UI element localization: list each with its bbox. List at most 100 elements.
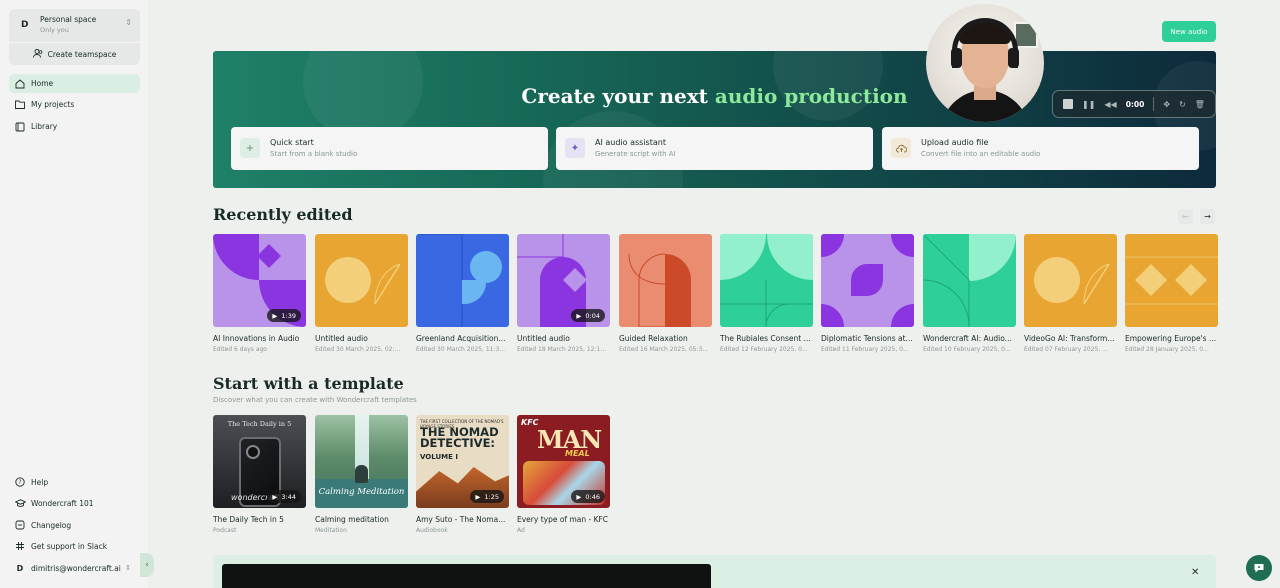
- card-thumbnail: [315, 234, 408, 327]
- users-icon: [32, 48, 43, 60]
- play-icon[interactable]: ▶: [272, 312, 277, 320]
- card-subtitle: Edited 28 January 2025, 0...: [1125, 346, 1209, 353]
- card-thumbnail: Calming Meditation: [315, 415, 408, 508]
- play-icon[interactable]: ▶: [576, 493, 581, 501]
- webcam-overlay[interactable]: [926, 4, 1044, 122]
- recent-card[interactable]: Diplomatic Tensions at... Edited 11 Febr…: [821, 234, 914, 353]
- chevron-updown-icon: ⇕: [125, 18, 132, 27]
- trash-icon[interactable]: 🗑: [1195, 100, 1205, 109]
- quick-start-card[interactable]: + Quick start Start from a blank studio: [231, 127, 548, 170]
- sidebar-item-label: My projects: [31, 100, 75, 109]
- card-thumbnail: [1024, 234, 1117, 327]
- headset-ear: [951, 48, 962, 68]
- card-title: Calming meditation: [315, 515, 389, 524]
- templates-title: Start with a template: [213, 374, 404, 393]
- drag-handle-icon[interactable]: ✥: [1163, 100, 1170, 109]
- card-title: Greenland Acquisition...: [416, 334, 506, 343]
- recording-time: 0:00: [1125, 99, 1145, 109]
- sidebar-item-label: Home: [31, 79, 54, 88]
- promo-video[interactable]: [222, 564, 711, 588]
- stop-icon[interactable]: [1063, 99, 1073, 109]
- close-icon[interactable]: ✕: [1191, 567, 1199, 578]
- play-icon[interactable]: ▶: [475, 493, 480, 501]
- pause-icon[interactable]: ❚❚: [1082, 100, 1095, 109]
- recent-card[interactable]: VideoGo AI: Transform... Edited 07 Febru…: [1024, 234, 1117, 353]
- create-teamspace-label: Create teamspace: [47, 49, 117, 59]
- art-title: THE NOMAD DETECTIVE:: [420, 425, 499, 450]
- card-subtitle: Edited 12 February 2025, 0...: [720, 346, 808, 353]
- card-thumbnail: The Tech Daily in 5 wondercraft ▶ 3:44: [213, 415, 306, 508]
- card-subtitle: Meditation: [315, 527, 347, 534]
- duration-label: 0:46: [585, 492, 600, 501]
- template-card[interactable]: The Tech Daily in 5 wondercraft ▶ 3:44 Th…: [213, 415, 306, 534]
- card-title: Diplomatic Tensions at...: [821, 334, 913, 343]
- card-subtitle: Audiobook: [416, 527, 448, 534]
- sidebar-item-help[interactable]: ? Help: [9, 473, 48, 491]
- recent-card[interactable]: ▶ 1:39 AI Innovations in Audio Edited 6 d…: [213, 234, 306, 353]
- sidebar-item-my-projects[interactable]: My projects: [9, 95, 140, 114]
- play-icon[interactable]: ▶: [576, 312, 581, 320]
- play-icon[interactable]: ▶: [272, 493, 277, 501]
- template-card[interactable]: KFC MAN MEAL ▶ 0:46 Every type of man - K…: [517, 415, 610, 534]
- recent-card[interactable]: Guided Relaxation Edited 16 March 2025, …: [619, 234, 712, 353]
- rewind-icon[interactable]: ◀◀: [1104, 100, 1116, 109]
- sidebar-item-label: Help: [31, 477, 49, 487]
- sidebar-item-changelog[interactable]: Changelog: [9, 516, 71, 534]
- template-card[interactable]: THE FIRST COLLECTION OF THE NOMAD'S VOYA…: [416, 415, 509, 534]
- recent-card[interactable]: Untitled audio Edited 30 March 2025, 02:…: [315, 234, 408, 353]
- duration-label: 1:25: [484, 492, 499, 501]
- chat-support-button[interactable]: [1246, 555, 1272, 581]
- recent-card[interactable]: Wondercraft AI: Audio... Edited 10 Febru…: [923, 234, 1016, 353]
- duration-label: 0:04: [585, 311, 600, 320]
- ai-audio-assistant-card[interactable]: ✦ AI audio assistant Generate script wit…: [556, 127, 873, 170]
- art-brand: KFC: [521, 418, 539, 427]
- recent-card[interactable]: ▶ 0:04 Untitled audio Edited 18 March 202…: [517, 234, 610, 353]
- restart-icon[interactable]: ↻: [1179, 100, 1186, 109]
- duration-badge: ▶ 1:39: [267, 309, 301, 322]
- sidebar-item-wondercraft-101[interactable]: Wondercraft 101: [9, 494, 94, 512]
- card-subtitle: Edited 6 days ago: [213, 346, 267, 353]
- card-thumbnail: KFC MAN MEAL ▶ 0:46: [517, 415, 610, 508]
- card-subtitle: Ad: [517, 527, 525, 534]
- home-icon: [9, 78, 31, 89]
- recent-card[interactable]: Greenland Acquisition... Edited 30 March…: [416, 234, 509, 353]
- card-title: AI audio assistant: [595, 138, 666, 147]
- folder-icon: [9, 100, 31, 109]
- art-title: The Tech Daily in 5: [227, 420, 292, 428]
- recent-card[interactable]: The Rubiales Consent ... Edited 12 Febru…: [720, 234, 813, 353]
- sidebar-item-slack-support[interactable]: Get support in Slack: [9, 537, 107, 555]
- arrow-left-icon: ←: [1182, 212, 1189, 221]
- art-subtitle: MEAL: [565, 449, 590, 458]
- divider: [1153, 97, 1155, 111]
- card-subtitle: Convert file into an editable audio: [921, 150, 1041, 158]
- wall-picture: [1014, 22, 1038, 48]
- library-icon: [9, 122, 31, 132]
- card-subtitle: Edited 07 February 2025, ...: [1024, 346, 1108, 353]
- card-thumbnail: THE FIRST COLLECTION OF THE NOMAD'S VOYA…: [416, 415, 509, 508]
- sparkle-icon: ✦: [565, 138, 585, 158]
- sidebar: D Personal space Only you ⇕ Create teams…: [0, 0, 148, 588]
- scroll-left-button[interactable]: ←: [1178, 209, 1193, 224]
- card-thumbnail: [720, 234, 813, 327]
- art-volume: VOLUME I: [420, 453, 458, 461]
- space-switcher[interactable]: D Personal space Only you ⇕: [9, 9, 140, 42]
- card-subtitle: Generate script with AI: [595, 150, 676, 158]
- card-thumbnail: [416, 234, 509, 327]
- card-title: AI Innovations in Audio: [213, 334, 300, 343]
- recent-card[interactable]: Empowering Europe's ... Edited 28 Januar…: [1125, 234, 1218, 353]
- scroll-right-button[interactable]: →: [1200, 209, 1215, 224]
- sidebar-item-home[interactable]: Home: [9, 74, 140, 93]
- slack-icon: [9, 541, 31, 551]
- card-title: Upload audio file: [921, 138, 989, 147]
- upload-audio-card[interactable]: Upload audio file Convert file into an e…: [882, 127, 1199, 170]
- create-teamspace-button[interactable]: Create teamspace: [9, 43, 140, 65]
- card-title: Untitled audio: [517, 334, 570, 343]
- new-audio-button[interactable]: New audio: [1162, 21, 1216, 42]
- sidebar-item-library[interactable]: Library: [9, 117, 140, 136]
- duration-badge: ▶ 3:44: [267, 490, 301, 503]
- template-card[interactable]: Calming Meditation Calming meditation Me…: [315, 415, 408, 534]
- space-initial: D: [21, 20, 29, 30]
- user-menu[interactable]: D dimitris@wondercraft.ai ⇕: [9, 559, 131, 577]
- card-title: Guided Relaxation: [619, 334, 688, 343]
- collapse-sidebar-button[interactable]: ‹: [140, 553, 154, 577]
